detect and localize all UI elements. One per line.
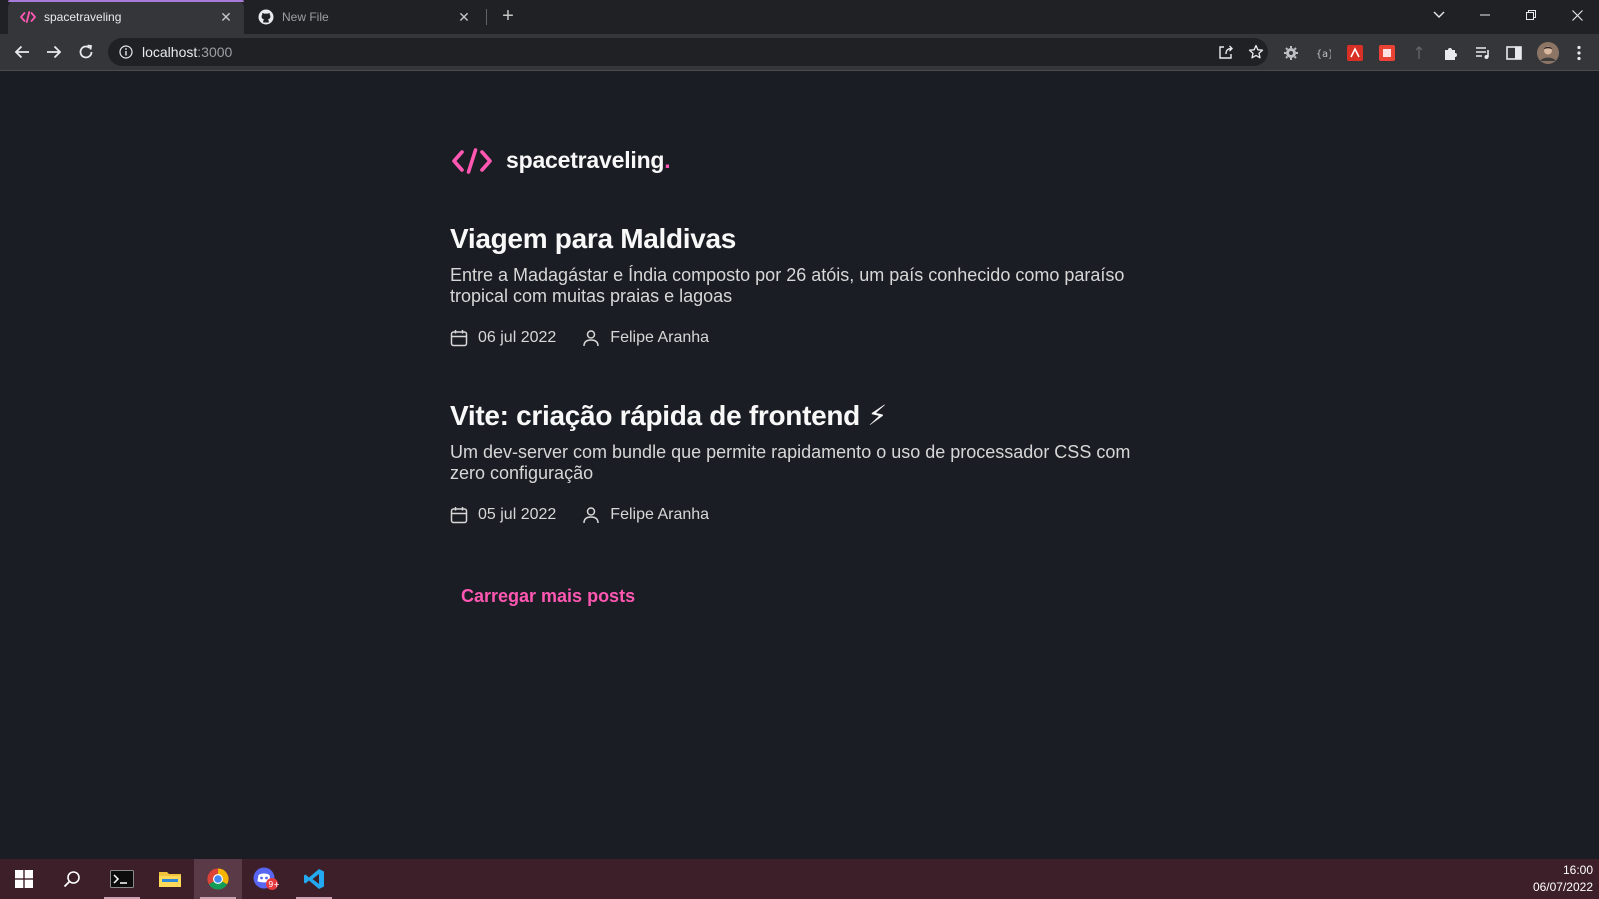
star-bookmark-icon[interactable] xyxy=(1248,44,1264,60)
kebab-menu-icon[interactable] xyxy=(1570,44,1588,62)
user-icon xyxy=(583,330,600,347)
clock-date: 06/07/2022 xyxy=(1532,880,1593,894)
post-date: 05 jul 2022 xyxy=(450,506,556,524)
profile-avatar[interactable] xyxy=(1536,41,1560,65)
post-card[interactable]: Vite: criação rápida de frontend ⚡ Um de… xyxy=(450,399,1170,524)
windows-taskbar: 9+ 16:00 06/07/2022 xyxy=(0,859,1599,899)
close-tab-icon[interactable]: ✕ xyxy=(218,9,234,25)
puzzle-extensions-icon[interactable] xyxy=(1442,44,1460,62)
logo-text: spacetraveling xyxy=(506,147,665,173)
taskbar-chrome[interactable] xyxy=(194,859,242,899)
red-extension-icon[interactable] xyxy=(1346,44,1364,62)
calendar-icon xyxy=(450,330,468,347)
terminal-icon xyxy=(110,870,134,888)
url-port: :3000 xyxy=(197,44,233,60)
new-tab-button[interactable]: + xyxy=(498,6,518,27)
clock-time: 16:00 xyxy=(1562,863,1593,877)
post-author-text: Felipe Aranha xyxy=(610,329,710,346)
media-queue-icon[interactable] xyxy=(1474,44,1492,62)
folder-icon xyxy=(159,872,181,887)
github-icon xyxy=(258,9,274,25)
tab-spacetraveling[interactable]: spacetraveling ✕ xyxy=(8,0,244,34)
chrome-icon xyxy=(207,868,229,890)
taskbar-discord[interactable]: 9+ xyxy=(242,859,290,899)
post-title[interactable]: Viagem para Maldivas xyxy=(450,222,1170,256)
address-bar[interactable]: localhost:3000 xyxy=(108,38,1268,66)
svg-text:9+: 9+ xyxy=(268,880,279,889)
braces-extension-icon[interactable]: {a} xyxy=(1314,44,1332,62)
calendar-icon xyxy=(450,507,468,524)
taskbar-vscode[interactable] xyxy=(290,859,338,899)
post-card[interactable]: Viagem para Maldivas Entre a Madagástar … xyxy=(450,222,1170,347)
restore-icon xyxy=(1526,10,1536,20)
code-brackets-logo-icon xyxy=(452,147,492,174)
site-info-icon[interactable] xyxy=(118,44,134,60)
tab-search-button[interactable] xyxy=(1416,0,1462,30)
search-icon xyxy=(63,871,80,888)
user-icon xyxy=(583,507,600,524)
code-brackets-icon xyxy=(20,9,36,25)
reload-icon xyxy=(79,44,93,59)
site-logo[interactable]: spacetraveling. xyxy=(452,147,671,174)
url-text: localhost:3000 xyxy=(142,44,232,60)
taskbar-file-explorer[interactable] xyxy=(146,859,194,899)
post-author: Felipe Aranha xyxy=(582,329,709,347)
minimize-button[interactable] xyxy=(1462,0,1508,30)
url-host: localhost xyxy=(142,44,198,60)
browser-tab-strip: spacetraveling ✕ New File ✕ + xyxy=(0,0,1599,34)
close-icon xyxy=(1571,9,1583,21)
tab-separator xyxy=(486,9,487,25)
post-title[interactable]: Vite: criação rápida de frontend ⚡ xyxy=(450,399,1170,433)
discord-icon: 9+ xyxy=(253,867,279,890)
post-author-text: Felipe Aranha xyxy=(610,506,710,523)
post-meta: 05 jul 2022 Felipe Aranha xyxy=(450,506,1170,524)
close-tab-icon[interactable]: ✕ xyxy=(456,9,472,25)
logo-dot: . xyxy=(664,147,671,173)
arrow-left-icon xyxy=(14,45,29,59)
restore-button[interactable] xyxy=(1508,0,1554,30)
back-button[interactable] xyxy=(10,40,34,64)
browser-toolbar: localhost:3000 {a} xyxy=(0,34,1599,71)
system-clock[interactable]: 16:00 06/07/2022 xyxy=(1533,862,1593,896)
taskbar-terminal[interactable] xyxy=(98,859,146,899)
tab-title: New File xyxy=(282,10,329,24)
post-date-text: 05 jul 2022 xyxy=(478,506,557,523)
load-more-button[interactable]: Carregar mais posts xyxy=(461,586,635,607)
post-author: Felipe Aranha xyxy=(582,506,709,524)
forward-button[interactable] xyxy=(42,40,66,64)
arrow-right-icon xyxy=(47,45,62,59)
post-date-text: 06 jul 2022 xyxy=(478,329,557,346)
share-icon[interactable] xyxy=(1218,44,1234,60)
chevron-down-icon xyxy=(1433,11,1445,18)
start-button[interactable] xyxy=(0,859,48,899)
post-date: 06 jul 2022 xyxy=(450,329,556,347)
svg-text:{a}: {a} xyxy=(1316,49,1331,59)
tab-new-file[interactable]: New File ✕ xyxy=(246,0,482,34)
red-square-extension-icon[interactable] xyxy=(1378,44,1396,62)
vscode-icon xyxy=(304,869,324,889)
close-window-button[interactable] xyxy=(1554,0,1599,30)
tab-title: spacetraveling xyxy=(44,10,122,24)
dim-extension-icon[interactable] xyxy=(1410,44,1428,62)
gear-extension-icon[interactable] xyxy=(1282,44,1300,62)
search-button[interactable] xyxy=(48,859,96,899)
post-subtitle: Entre a Madagástar e Índia composto por … xyxy=(450,265,1125,306)
reload-button[interactable] xyxy=(74,40,98,64)
page-content: spacetraveling. Viagem para Maldivas Ent… xyxy=(0,72,1599,859)
side-panel-icon[interactable] xyxy=(1505,44,1523,62)
post-subtitle: Um dev-server com bundle que permite rap… xyxy=(450,442,1131,483)
minimize-icon xyxy=(1480,14,1490,16)
windows-logo-icon xyxy=(15,870,33,888)
post-meta: 06 jul 2022 Felipe Aranha xyxy=(450,329,1170,347)
